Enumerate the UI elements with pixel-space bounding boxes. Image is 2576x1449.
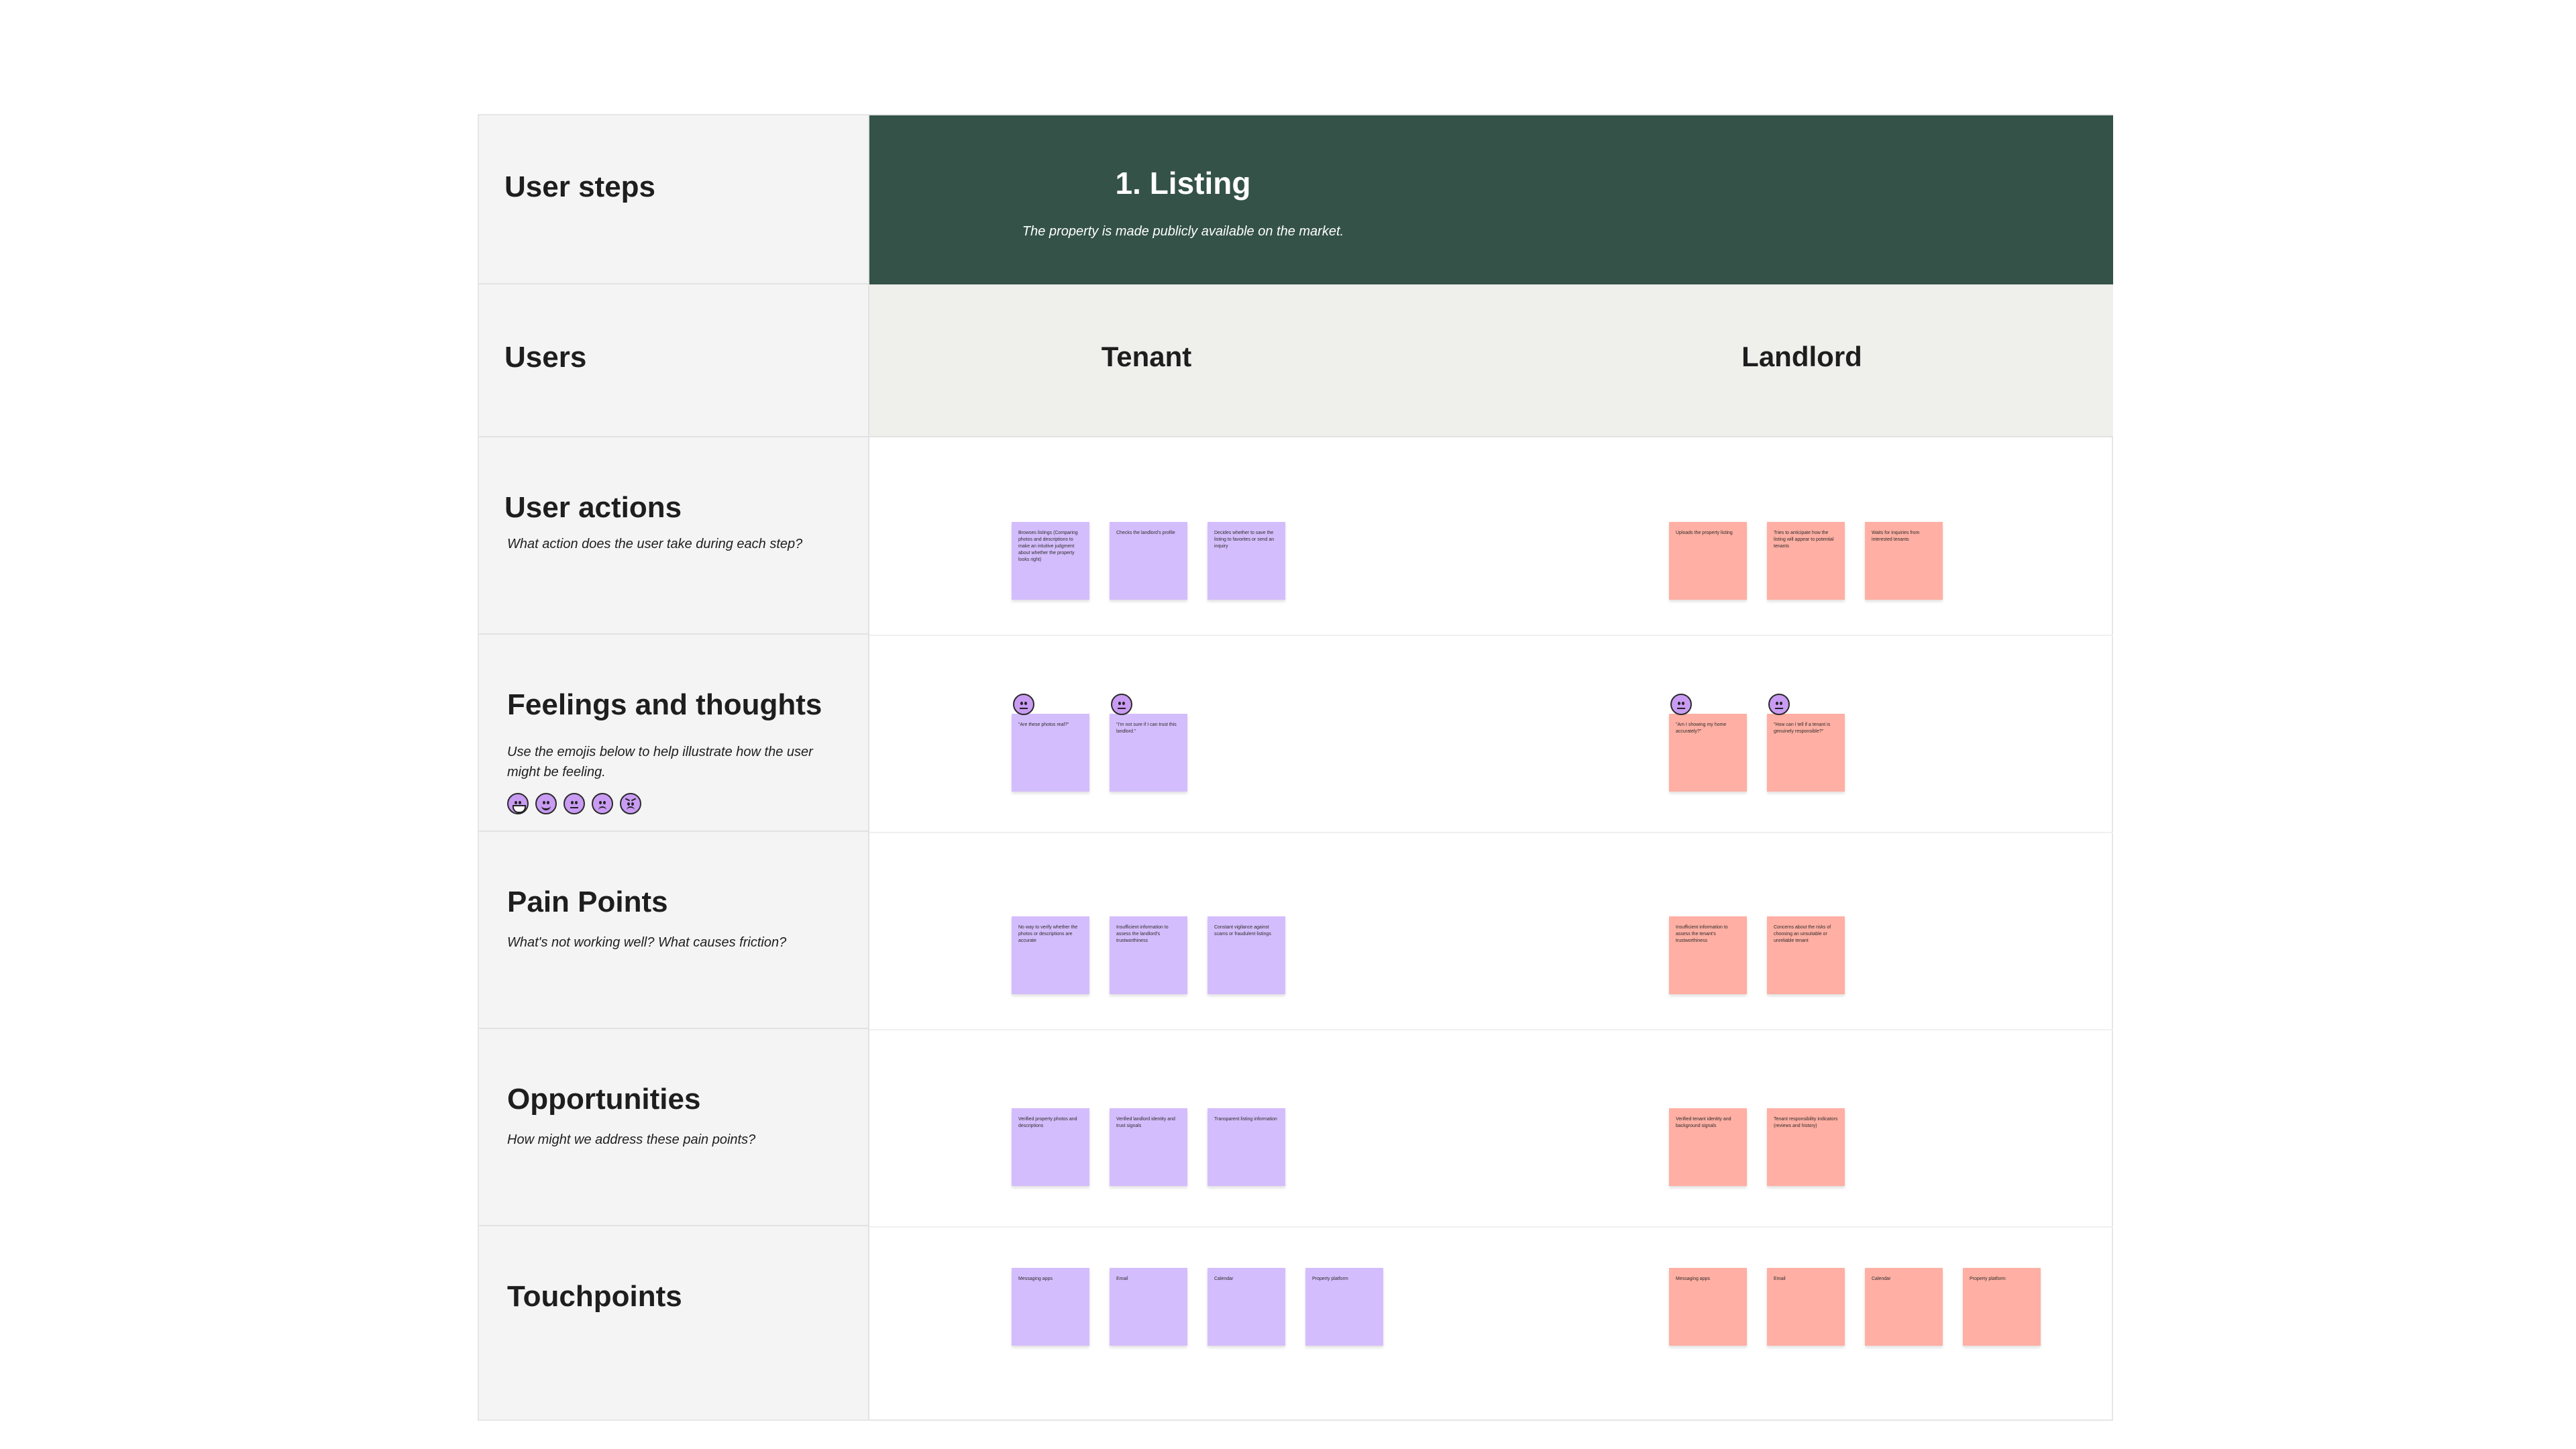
sticky-note[interactable]: Insufficient information to assess the t… bbox=[1669, 916, 1747, 994]
row-divider bbox=[869, 1029, 2113, 1030]
angry-emoji bbox=[620, 793, 641, 814]
sticky-note[interactable]: "How can I tell if a tenant is genuinely… bbox=[1767, 714, 1845, 792]
sticky-note[interactable]: Messaging apps bbox=[1669, 1268, 1747, 1346]
row-title-touchpoints: Touchpoints bbox=[507, 1280, 682, 1313]
sticky-note[interactable]: "Are these photos real?" bbox=[1012, 714, 1089, 792]
very-happy-emoji bbox=[507, 793, 529, 814]
neutral-emoji[interactable] bbox=[1013, 694, 1034, 715]
step-title: 1. Listing bbox=[1115, 166, 1251, 201]
step-description: The property is made publicly available … bbox=[1022, 224, 1344, 239]
sticky-note[interactable]: Decides whether to save the listing to f… bbox=[1208, 522, 1285, 600]
sticky-note[interactable]: Verified property photos and description… bbox=[1012, 1108, 1089, 1186]
row-title-users: Users bbox=[504, 341, 587, 374]
sticky-note[interactable]: Property platform bbox=[1963, 1268, 2041, 1346]
neutral-emoji[interactable] bbox=[1111, 694, 1132, 715]
row-label-feelings: Feelings and thoughts Use the emojis bel… bbox=[479, 635, 868, 832]
row-label-user-steps: User steps bbox=[479, 115, 868, 284]
sticky-note[interactable]: Email bbox=[1767, 1268, 1845, 1346]
sticky-note[interactable]: Calendar bbox=[1208, 1268, 1285, 1346]
row-hint-feelings: Use the emojis below to help illustrate … bbox=[507, 745, 813, 780]
sticky-note[interactable]: Email bbox=[1110, 1268, 1187, 1346]
users-band: Tenant Landlord bbox=[869, 284, 2113, 437]
row-title-opportunities: Opportunities bbox=[507, 1083, 701, 1116]
row-hint-user-actions: What action does the user take during ea… bbox=[507, 537, 803, 551]
row-label-users: Users bbox=[479, 284, 868, 437]
sticky-note[interactable]: "I'm not sure if I can trust this landlo… bbox=[1110, 714, 1187, 792]
row-divider bbox=[869, 832, 2113, 833]
row-divider bbox=[869, 635, 2113, 636]
row-hint-opportunities: How might we address these pain points? bbox=[507, 1132, 756, 1147]
row-title-user-steps: User steps bbox=[504, 170, 656, 203]
sticky-note[interactable]: Concerns about the risks of choosing an … bbox=[1767, 916, 1845, 994]
sticky-note[interactable]: Transparent listing information bbox=[1208, 1108, 1285, 1186]
sticky-note[interactable]: Messaging apps bbox=[1012, 1268, 1089, 1346]
sticky-note[interactable]: "Am I showing my home accurately?" bbox=[1669, 714, 1747, 792]
row-title-user-actions: User actions bbox=[504, 491, 682, 524]
row-label-opportunities: Opportunities How might we address these… bbox=[479, 1029, 868, 1226]
sticky-note[interactable]: Constant vigilance against scams or frau… bbox=[1208, 916, 1285, 994]
journey-map-board: User steps Users User actions What actio… bbox=[478, 114, 2113, 1421]
row-label-pain-points: Pain Points What's not working well? Wha… bbox=[479, 832, 868, 1029]
sticky-note[interactable]: Tenant responsibility indicators (review… bbox=[1767, 1108, 1845, 1186]
sticky-note[interactable]: Browses listings (Comparing photos and d… bbox=[1012, 522, 1089, 600]
step-header: 1. Listing The property is made publicly… bbox=[869, 115, 2113, 284]
row-title-pain-points: Pain Points bbox=[507, 885, 668, 918]
user-landlord: Landlord bbox=[1741, 341, 1862, 372]
sticky-note[interactable]: Waits for inquiries from interested tena… bbox=[1865, 522, 1943, 600]
sticky-note[interactable]: Checks the landlord's profile bbox=[1110, 522, 1187, 600]
sticky-note[interactable]: Verified tenant identity and background … bbox=[1669, 1108, 1747, 1186]
sticky-note[interactable]: Verified landlord identity and trust sig… bbox=[1110, 1108, 1187, 1186]
sad-emoji bbox=[592, 793, 613, 814]
sticky-note[interactable]: Uploads the property listing bbox=[1669, 522, 1747, 600]
sticky-note[interactable]: Insufficient information to assess the l… bbox=[1110, 916, 1187, 994]
sticky-note[interactable]: No way to verify whether the photos or d… bbox=[1012, 916, 1089, 994]
row-label-user-actions: User actions What action does the user t… bbox=[479, 437, 868, 635]
neutral-emoji bbox=[564, 793, 585, 814]
sticky-note[interactable]: Property platform bbox=[1305, 1268, 1383, 1346]
neutral-emoji[interactable] bbox=[1768, 694, 1790, 715]
sticky-note[interactable]: Tries to anticipate how the listing will… bbox=[1767, 522, 1845, 600]
row-title-feelings: Feelings and thoughts bbox=[507, 688, 822, 721]
sticky-note[interactable]: Calendar bbox=[1865, 1268, 1943, 1346]
row-hint-pain-points: What's not working well? What causes fri… bbox=[507, 935, 787, 950]
row-label-touchpoints: Touchpoints bbox=[479, 1226, 868, 1421]
neutral-emoji[interactable] bbox=[1670, 694, 1692, 715]
user-tenant: Tenant bbox=[1101, 341, 1192, 372]
row-divider bbox=[869, 1226, 2113, 1228]
happy-emoji bbox=[535, 793, 557, 814]
